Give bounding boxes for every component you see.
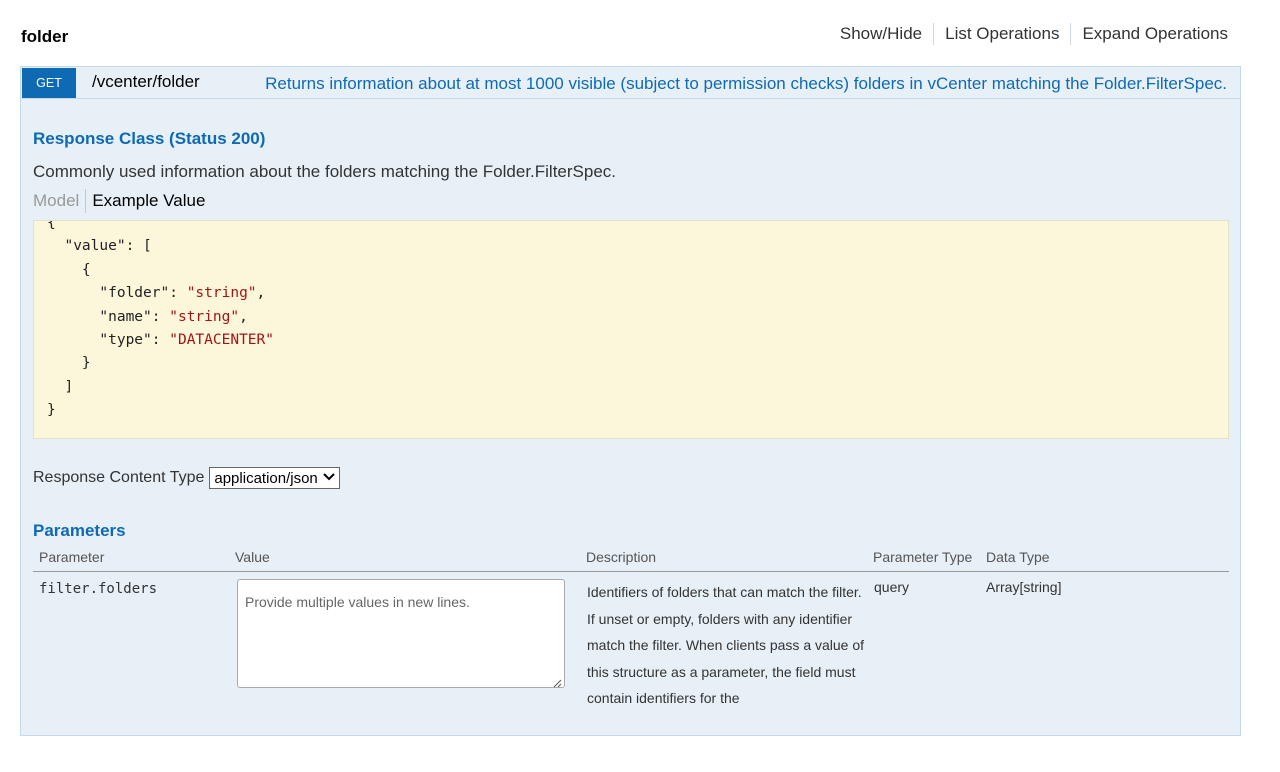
parameter-type: query [874, 579, 910, 595]
selected-content-type: application/json [214, 469, 318, 487]
parameters-table: Parameter Value Description Parameter Ty… [33, 547, 1229, 772]
example-json: { "value": [ { "folder": "string", "name… [47, 220, 274, 419]
example-value-box[interactable]: { "value": [ { "folder": "string", "name… [33, 220, 1229, 439]
response-class-title: Response Class (Status 200) [33, 129, 266, 148]
tab-model[interactable]: Model [33, 189, 87, 213]
signature-tabs: Model Example Value [33, 189, 205, 213]
http-method-badge[interactable]: GET [22, 68, 76, 98]
tab-example-value[interactable]: Example Value [86, 189, 205, 213]
header-value: Value [235, 549, 270, 565]
response-content-type: Response Content Type application/json [33, 467, 340, 489]
parameters-title: Parameters [33, 521, 126, 540]
parameter-name: filter.folders [39, 581, 158, 597]
header-parameter-type: Parameter Type [873, 549, 973, 565]
header-data-type: Data Type [986, 549, 1050, 565]
chevron-down-icon [323, 472, 335, 484]
resource-title[interactable]: folder [21, 27, 68, 47]
resize-handle-icon[interactable] [552, 675, 562, 688]
parameter-description: Identifiers of folders that can match th… [587, 584, 865, 706]
operation-summary[interactable]: Returns information about at most 1000 v… [265, 74, 1227, 94]
expand-operations-link[interactable]: Expand Operations [1071, 22, 1228, 46]
response-content-type-label: Response Content Type [33, 469, 205, 486]
response-description: Commonly used information about the fold… [33, 162, 617, 181]
parameter-data-type: Array[string] [986, 579, 1062, 595]
endpoint-path[interactable]: /vcenter/folder [92, 72, 200, 92]
parameters-header-row: Parameter Value Description Parameter Ty… [33, 547, 1229, 572]
operation-panel: GET /vcenter/folder Returns information … [20, 66, 1241, 736]
resource-actions: Show/Hide List Operations Expand Operati… [829, 22, 1228, 46]
header-parameter: Parameter [39, 549, 105, 565]
filter-folders-textarea[interactable]: Provide multiple values in new lines. [237, 579, 565, 688]
table-row: filter.folders Provide multiple values i… [33, 572, 1229, 772]
list-operations-link[interactable]: List Operations [934, 22, 1070, 46]
show-hide-link[interactable]: Show/Hide [829, 22, 933, 46]
operation-heading[interactable]: GET /vcenter/folder Returns information … [21, 67, 1240, 99]
header-description: Description [586, 549, 657, 565]
textarea-placeholder: Provide multiple values in new lines. [245, 594, 470, 610]
response-content-type-select[interactable]: application/json [209, 467, 340, 489]
